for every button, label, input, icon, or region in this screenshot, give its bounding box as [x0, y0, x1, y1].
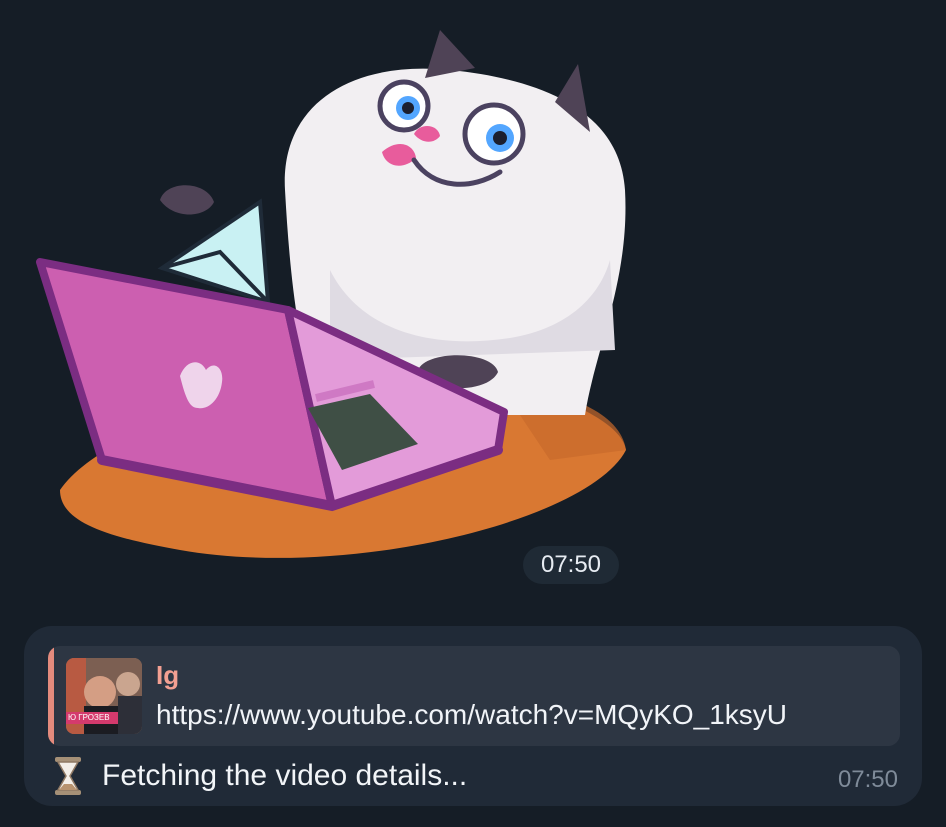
sticker-message[interactable]	[30, 20, 650, 560]
message-timestamp: 07:50	[837, 766, 898, 793]
message-bubble[interactable]: Ю ГРОЗЕВ Ig https://www.youtube.com/watc…	[24, 626, 922, 806]
reply-sender-name[interactable]: Ig	[156, 660, 179, 690]
reply-quote[interactable]: Ю ГРОЗЕВ Ig https://www.youtube.com/watc…	[48, 646, 900, 746]
chat-view: 07:50 Ю ГРОЗЕВ Ig https://www.youtube.co…	[0, 0, 946, 827]
sticker-time-label: 07:50	[540, 551, 602, 578]
reply-thumbnail[interactable]: Ю ГРОЗЕВ	[66, 658, 142, 734]
sticker-timestamp: 07:50	[523, 546, 619, 584]
thumbnail-caption: Ю ГРОЗЕВ	[66, 712, 118, 724]
reply-accent-bar	[48, 646, 54, 746]
reply-link-text[interactable]: https://www.youtube.com/watch?v=MQyKO_1k…	[156, 698, 787, 732]
hourglass-icon	[52, 756, 84, 796]
status-line: Fetching the video details...	[52, 756, 467, 796]
cat-with-laptop-sticker	[36, 30, 626, 558]
status-text: Fetching the video details...	[102, 759, 468, 792]
